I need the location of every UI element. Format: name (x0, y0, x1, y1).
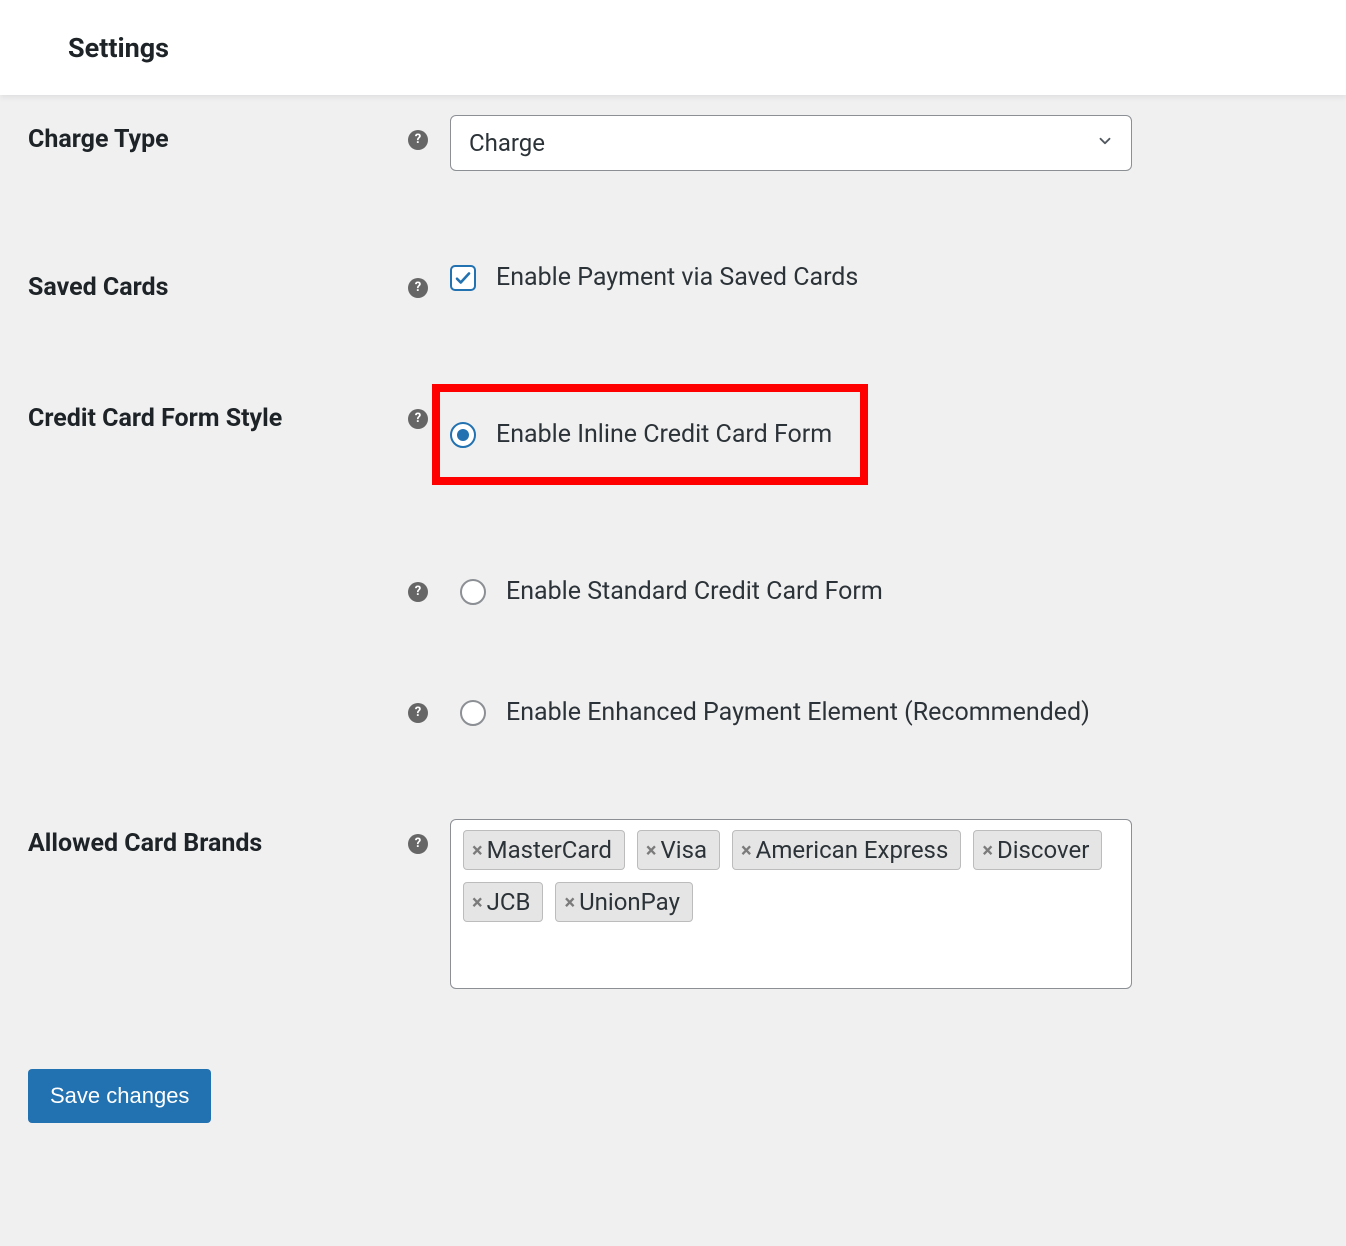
help-icon[interactable]: ? (408, 409, 428, 429)
cc-inline-radio[interactable] (450, 422, 476, 448)
brand-tag-label: American Express (756, 836, 949, 864)
header-bar: Settings (0, 0, 1346, 95)
row-charge-type: Charge Type ? Charge (28, 115, 1318, 171)
allowed-brands-input[interactable]: ×MasterCard×Visa×American Express×Discov… (450, 819, 1132, 989)
charge-type-selected-value: Charge (469, 129, 545, 157)
page-title: Settings (68, 32, 169, 64)
remove-tag-icon[interactable]: × (741, 840, 752, 860)
brand-tag: ×Discover (973, 830, 1102, 870)
brand-tag-label: UnionPay (579, 888, 680, 916)
row-allowed-brands: Allowed Card Brands ? ×MasterCard×Visa×A… (28, 819, 1318, 989)
field-col: Charge (450, 115, 1318, 171)
remove-tag-icon[interactable]: × (982, 840, 993, 860)
radio-dot (457, 429, 469, 441)
saved-cards-label: Saved Cards (28, 273, 168, 302)
charge-type-label: Charge Type (28, 125, 169, 154)
indent-help: ? (408, 703, 460, 723)
charge-type-select-wrap: Charge (450, 115, 1132, 171)
help-icon[interactable]: ? (408, 834, 428, 854)
help-icon[interactable]: ? (408, 278, 428, 298)
brand-tag-label: Discover (997, 836, 1089, 864)
field-col: Enable Inline Credit Card Form (450, 394, 1318, 485)
brand-tag: ×MasterCard (463, 830, 625, 870)
help-icon[interactable]: ? (408, 582, 428, 602)
cc-enhanced-wrap: Enable Enhanced Payment Element (Recomme… (460, 698, 1090, 727)
remove-tag-icon[interactable]: × (564, 892, 575, 912)
row-saved-cards: Saved Cards ? Enable Payment via Saved C… (28, 263, 1318, 302)
label-col: Saved Cards ? (28, 263, 450, 302)
label-col: Charge Type ? (28, 115, 450, 154)
label-col: Credit Card Form Style ? (28, 394, 450, 433)
remove-tag-icon[interactable]: × (646, 840, 657, 860)
charge-type-select[interactable]: Charge (450, 115, 1132, 171)
row-cc-enhanced: ? Enable Enhanced Payment Element (Recom… (408, 698, 1318, 727)
cc-standard-label: Enable Standard Credit Card Form (506, 577, 883, 606)
indent-help: ? (408, 582, 460, 602)
row-cc-standard: ? Enable Standard Credit Card Form (408, 577, 1318, 606)
save-button[interactable]: Save changes (28, 1069, 211, 1123)
field-col: ×MasterCard×Visa×American Express×Discov… (450, 819, 1318, 989)
brand-tag: ×Visa (637, 830, 720, 870)
remove-tag-icon[interactable]: × (472, 892, 483, 912)
field-col: Enable Payment via Saved Cards (450, 263, 1318, 292)
cc-enhanced-label: Enable Enhanced Payment Element (Recomme… (506, 698, 1090, 727)
brand-tag-label: MasterCard (487, 836, 612, 864)
saved-cards-option-label: Enable Payment via Saved Cards (496, 263, 858, 292)
help-icon[interactable]: ? (408, 703, 428, 723)
brand-tag: ×JCB (463, 882, 543, 922)
cc-inline-label: Enable Inline Credit Card Form (496, 420, 832, 449)
brand-tag-label: JCB (487, 888, 531, 916)
help-icon[interactable]: ? (408, 130, 428, 150)
saved-cards-checkbox-wrap: Enable Payment via Saved Cards (450, 263, 1318, 292)
allowed-brands-label: Allowed Card Brands (28, 829, 262, 858)
highlight-cc-inline: Enable Inline Credit Card Form (432, 384, 868, 485)
cc-standard-wrap: Enable Standard Credit Card Form (460, 577, 883, 606)
label-col: Allowed Card Brands ? (28, 819, 450, 858)
cc-form-style-label: Credit Card Form Style (28, 404, 282, 433)
cc-standard-radio[interactable] (460, 579, 486, 605)
brand-tag-label: Visa (660, 836, 707, 864)
saved-cards-checkbox[interactable] (450, 265, 476, 291)
remove-tag-icon[interactable]: × (472, 840, 483, 860)
settings-form: Charge Type ? Charge Saved Cards ? (0, 115, 1346, 1163)
cc-enhanced-radio[interactable] (460, 700, 486, 726)
row-cc-form-style: Credit Card Form Style ? Enable Inline C… (28, 394, 1318, 485)
brand-tag: ×UnionPay (555, 882, 692, 922)
brand-tag: ×American Express (732, 830, 961, 870)
